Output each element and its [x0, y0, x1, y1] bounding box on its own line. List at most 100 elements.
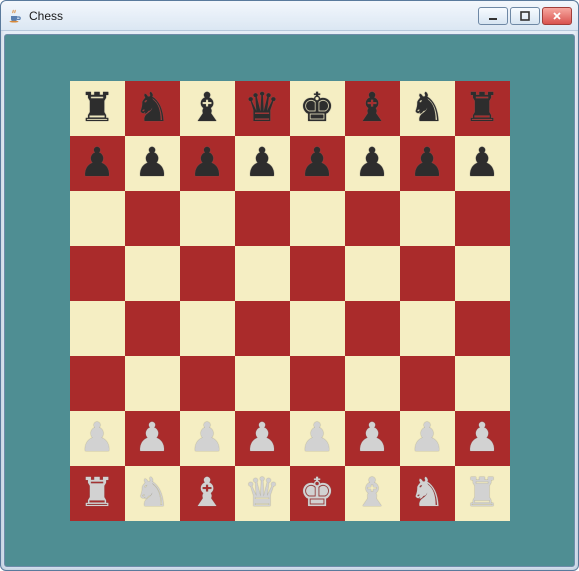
- black-pawn-icon[interactable]: ♟: [409, 143, 445, 183]
- white-bishop-icon[interactable]: ♝: [354, 473, 390, 513]
- square-0-6[interactable]: ♞: [400, 81, 455, 136]
- square-3-6[interactable]: [400, 246, 455, 301]
- black-king-icon[interactable]: ♚: [299, 88, 335, 128]
- square-5-0[interactable]: [70, 356, 125, 411]
- square-3-7[interactable]: [455, 246, 510, 301]
- square-5-6[interactable]: [400, 356, 455, 411]
- square-1-2[interactable]: ♟: [180, 136, 235, 191]
- square-3-0[interactable]: [70, 246, 125, 301]
- square-0-4[interactable]: ♚: [290, 81, 345, 136]
- square-1-7[interactable]: ♟: [455, 136, 510, 191]
- white-pawn-icon[interactable]: ♟: [354, 418, 390, 458]
- square-0-7[interactable]: ♜: [455, 81, 510, 136]
- square-2-5[interactable]: [345, 191, 400, 246]
- white-knight-icon[interactable]: ♞: [409, 473, 445, 513]
- black-bishop-icon[interactable]: ♝: [189, 88, 225, 128]
- square-1-1[interactable]: ♟: [125, 136, 180, 191]
- square-6-2[interactable]: ♟: [180, 411, 235, 466]
- square-4-3[interactable]: [235, 301, 290, 356]
- square-2-0[interactable]: [70, 191, 125, 246]
- square-6-1[interactable]: ♟: [125, 411, 180, 466]
- square-4-2[interactable]: [180, 301, 235, 356]
- square-2-3[interactable]: [235, 191, 290, 246]
- square-3-1[interactable]: [125, 246, 180, 301]
- square-6-6[interactable]: ♟: [400, 411, 455, 466]
- black-pawn-icon[interactable]: ♟: [244, 143, 280, 183]
- black-pawn-icon[interactable]: ♟: [464, 143, 500, 183]
- black-bishop-icon[interactable]: ♝: [354, 88, 390, 128]
- white-rook-icon[interactable]: ♜: [79, 473, 115, 513]
- square-2-7[interactable]: [455, 191, 510, 246]
- square-0-0[interactable]: ♜: [70, 81, 125, 136]
- white-pawn-icon[interactable]: ♟: [189, 418, 225, 458]
- square-2-4[interactable]: [290, 191, 345, 246]
- square-7-5[interactable]: ♝: [345, 466, 400, 521]
- square-0-1[interactable]: ♞: [125, 81, 180, 136]
- square-4-6[interactable]: [400, 301, 455, 356]
- minimize-button[interactable]: [478, 7, 508, 25]
- square-1-5[interactable]: ♟: [345, 136, 400, 191]
- square-7-0[interactable]: ♜: [70, 466, 125, 521]
- square-4-5[interactable]: [345, 301, 400, 356]
- square-7-3[interactable]: ♛: [235, 466, 290, 521]
- square-6-0[interactable]: ♟: [70, 411, 125, 466]
- square-2-6[interactable]: [400, 191, 455, 246]
- white-pawn-icon[interactable]: ♟: [464, 418, 500, 458]
- black-pawn-icon[interactable]: ♟: [134, 143, 170, 183]
- square-5-1[interactable]: [125, 356, 180, 411]
- square-0-3[interactable]: ♛: [235, 81, 290, 136]
- square-1-4[interactable]: ♟: [290, 136, 345, 191]
- square-6-5[interactable]: ♟: [345, 411, 400, 466]
- square-6-4[interactable]: ♟: [290, 411, 345, 466]
- square-4-4[interactable]: [290, 301, 345, 356]
- square-2-1[interactable]: [125, 191, 180, 246]
- white-pawn-icon[interactable]: ♟: [79, 418, 115, 458]
- white-rook-icon[interactable]: ♜: [464, 473, 500, 513]
- black-pawn-icon[interactable]: ♟: [79, 143, 115, 183]
- close-button[interactable]: [542, 7, 572, 25]
- black-queen-icon[interactable]: ♛: [244, 88, 280, 128]
- white-bishop-icon[interactable]: ♝: [189, 473, 225, 513]
- square-4-0[interactable]: [70, 301, 125, 356]
- square-0-2[interactable]: ♝: [180, 81, 235, 136]
- square-3-3[interactable]: [235, 246, 290, 301]
- square-3-5[interactable]: [345, 246, 400, 301]
- black-pawn-icon[interactable]: ♟: [299, 143, 335, 183]
- black-rook-icon[interactable]: ♜: [464, 88, 500, 128]
- square-5-3[interactable]: [235, 356, 290, 411]
- square-7-4[interactable]: ♚: [290, 466, 345, 521]
- square-5-2[interactable]: [180, 356, 235, 411]
- square-1-6[interactable]: ♟: [400, 136, 455, 191]
- square-7-6[interactable]: ♞: [400, 466, 455, 521]
- square-7-7[interactable]: ♜: [455, 466, 510, 521]
- square-3-4[interactable]: [290, 246, 345, 301]
- square-1-0[interactable]: ♟: [70, 136, 125, 191]
- white-knight-icon[interactable]: ♞: [134, 473, 170, 513]
- square-5-4[interactable]: [290, 356, 345, 411]
- white-pawn-icon[interactable]: ♟: [299, 418, 335, 458]
- square-0-5[interactable]: ♝: [345, 81, 400, 136]
- square-6-3[interactable]: ♟: [235, 411, 290, 466]
- white-pawn-icon[interactable]: ♟: [134, 418, 170, 458]
- square-4-7[interactable]: [455, 301, 510, 356]
- title-bar[interactable]: Chess: [1, 1, 578, 31]
- square-2-2[interactable]: [180, 191, 235, 246]
- maximize-button[interactable]: [510, 7, 540, 25]
- square-1-3[interactable]: ♟: [235, 136, 290, 191]
- white-king-icon[interactable]: ♚: [299, 473, 335, 513]
- black-pawn-icon[interactable]: ♟: [354, 143, 390, 183]
- square-5-5[interactable]: [345, 356, 400, 411]
- chess-board[interactable]: ♜ ♞ ♝ ♛ ♚ ♝ ♞ ♜ ♟ ♟ ♟ ♟ ♟ ♟ ♟ ♟ ♟ ♟ ♟ ♟ ♟ ♟ ♟ ♟ ♜ ♞ ♝ ♛ ♚ ♝ ♞ ♜: [70, 81, 510, 521]
- white-queen-icon[interactable]: ♛: [244, 473, 280, 513]
- black-pawn-icon[interactable]: ♟: [189, 143, 225, 183]
- black-rook-icon[interactable]: ♜: [79, 88, 115, 128]
- white-pawn-icon[interactable]: ♟: [409, 418, 445, 458]
- square-6-7[interactable]: ♟: [455, 411, 510, 466]
- square-5-7[interactable]: [455, 356, 510, 411]
- black-knight-icon[interactable]: ♞: [409, 88, 445, 128]
- square-3-2[interactable]: [180, 246, 235, 301]
- square-7-2[interactable]: ♝: [180, 466, 235, 521]
- white-pawn-icon[interactable]: ♟: [244, 418, 280, 458]
- black-knight-icon[interactable]: ♞: [134, 88, 170, 128]
- square-7-1[interactable]: ♞: [125, 466, 180, 521]
